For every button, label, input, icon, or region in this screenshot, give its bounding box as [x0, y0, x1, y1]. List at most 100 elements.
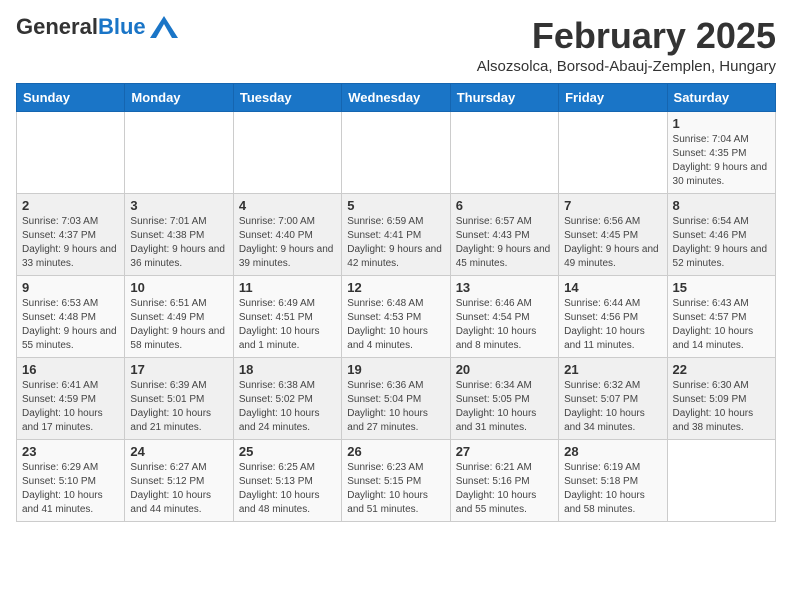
- calendar-week-3: 9 Sunrise: 6:53 AM Sunset: 4:48 PM Daylig…: [17, 275, 776, 357]
- day-number: 27: [456, 444, 553, 459]
- calendar-cell: 13 Sunrise: 6:46 AM Sunset: 4:54 PM Dayli…: [450, 275, 558, 357]
- calendar-cell: 1 Sunrise: 7:04 AM Sunset: 4:35 PM Daylig…: [667, 111, 775, 193]
- day-info: Sunrise: 6:21 AM Sunset: 5:16 PM Dayligh…: [456, 461, 553, 517]
- day-number: 12: [347, 280, 444, 295]
- calendar-cell: 5 Sunrise: 6:59 AM Sunset: 4:41 PM Daylig…: [342, 193, 450, 275]
- logo-text: GeneralBlue: [16, 16, 146, 38]
- calendar-cell: 16 Sunrise: 6:41 AM Sunset: 4:59 PM Dayli…: [17, 357, 125, 439]
- day-info: Sunrise: 6:29 AM Sunset: 5:10 PM Dayligh…: [22, 461, 119, 517]
- day-number: 14: [564, 280, 661, 295]
- day-number: 10: [130, 280, 227, 295]
- logo-general: General: [16, 14, 98, 39]
- day-number: 9: [22, 280, 119, 295]
- day-info: Sunrise: 6:43 AM Sunset: 4:57 PM Dayligh…: [673, 297, 770, 353]
- weekday-header-sunday: Sunday: [17, 83, 125, 111]
- day-number: 24: [130, 444, 227, 459]
- day-number: 8: [673, 198, 770, 213]
- day-number: 28: [564, 444, 661, 459]
- calendar-cell: 3 Sunrise: 7:01 AM Sunset: 4:38 PM Daylig…: [125, 193, 233, 275]
- day-info: Sunrise: 6:57 AM Sunset: 4:43 PM Dayligh…: [456, 215, 553, 271]
- month-year-title: February 2025: [477, 16, 776, 56]
- day-info: Sunrise: 6:32 AM Sunset: 5:07 PM Dayligh…: [564, 379, 661, 435]
- day-info: Sunrise: 6:39 AM Sunset: 5:01 PM Dayligh…: [130, 379, 227, 435]
- calendar-cell: 18 Sunrise: 6:38 AM Sunset: 5:02 PM Dayli…: [233, 357, 341, 439]
- day-info: Sunrise: 6:23 AM Sunset: 5:15 PM Dayligh…: [347, 461, 444, 517]
- calendar-week-1: 1 Sunrise: 7:04 AM Sunset: 4:35 PM Daylig…: [17, 111, 776, 193]
- calendar-cell: [125, 111, 233, 193]
- calendar-cell: 4 Sunrise: 7:00 AM Sunset: 4:40 PM Daylig…: [233, 193, 341, 275]
- calendar-cell: 9 Sunrise: 6:53 AM Sunset: 4:48 PM Daylig…: [17, 275, 125, 357]
- day-info: Sunrise: 6:54 AM Sunset: 4:46 PM Dayligh…: [673, 215, 770, 271]
- calendar-cell: 10 Sunrise: 6:51 AM Sunset: 4:49 PM Dayli…: [125, 275, 233, 357]
- day-number: 18: [239, 362, 336, 377]
- day-number: 20: [456, 362, 553, 377]
- day-info: Sunrise: 7:03 AM Sunset: 4:37 PM Dayligh…: [22, 215, 119, 271]
- day-number: 25: [239, 444, 336, 459]
- calendar-cell: [233, 111, 341, 193]
- day-info: Sunrise: 6:27 AM Sunset: 5:12 PM Dayligh…: [130, 461, 227, 517]
- day-number: 17: [130, 362, 227, 377]
- calendar-cell: 14Sunrise: 6:44 AM Sunset: 4:56 PM Dayli…: [559, 275, 667, 357]
- day-number: 6: [456, 198, 553, 213]
- calendar-cell: [342, 111, 450, 193]
- calendar-table: SundayMondayTuesdayWednesdayThursdayFrid…: [16, 83, 776, 522]
- weekday-header-friday: Friday: [559, 83, 667, 111]
- calendar-cell: 25 Sunrise: 6:25 AM Sunset: 5:13 PM Dayli…: [233, 439, 341, 521]
- day-number: 4: [239, 198, 336, 213]
- calendar-cell: [667, 439, 775, 521]
- day-number: 5: [347, 198, 444, 213]
- calendar-cell: [559, 111, 667, 193]
- day-info: Sunrise: 6:46 AM Sunset: 4:54 PM Dayligh…: [456, 297, 553, 353]
- calendar-cell: 2 Sunrise: 7:03 AM Sunset: 4:37 PM Daylig…: [17, 193, 125, 275]
- calendar-cell: 24 Sunrise: 6:27 AM Sunset: 5:12 PM Dayli…: [125, 439, 233, 521]
- weekday-header-saturday: Saturday: [667, 83, 775, 111]
- day-number: 19: [347, 362, 444, 377]
- page-header: GeneralBlue February 2025 Alsozsolca, Bo…: [16, 16, 776, 75]
- day-number: 11: [239, 280, 336, 295]
- day-number: 15: [673, 280, 770, 295]
- calendar-cell: [17, 111, 125, 193]
- day-number: 3: [130, 198, 227, 213]
- day-info: Sunrise: 6:36 AM Sunset: 5:04 PM Dayligh…: [347, 379, 444, 435]
- calendar-cell: 20 Sunrise: 6:34 AM Sunset: 5:05 PM Dayli…: [450, 357, 558, 439]
- calendar-cell: 8 Sunrise: 6:54 AM Sunset: 4:46 PM Daylig…: [667, 193, 775, 275]
- weekday-header-monday: Monday: [125, 83, 233, 111]
- day-number: 2: [22, 198, 119, 213]
- weekday-header-tuesday: Tuesday: [233, 83, 341, 111]
- calendar-cell: 11 Sunrise: 6:49 AM Sunset: 4:51 PM Dayli…: [233, 275, 341, 357]
- day-info: Sunrise: 7:00 AM Sunset: 4:40 PM Dayligh…: [239, 215, 336, 271]
- weekday-header-thursday: Thursday: [450, 83, 558, 111]
- calendar-cell: 28Sunrise: 6:19 AM Sunset: 5:18 PM Dayli…: [559, 439, 667, 521]
- calendar-cell: 15 Sunrise: 6:43 AM Sunset: 4:57 PM Dayli…: [667, 275, 775, 357]
- calendar-cell: [450, 111, 558, 193]
- calendar-cell: 19 Sunrise: 6:36 AM Sunset: 5:04 PM Dayli…: [342, 357, 450, 439]
- day-number: 13: [456, 280, 553, 295]
- day-info: Sunrise: 6:41 AM Sunset: 4:59 PM Dayligh…: [22, 379, 119, 435]
- day-info: Sunrise: 6:59 AM Sunset: 4:41 PM Dayligh…: [347, 215, 444, 271]
- day-info: Sunrise: 6:38 AM Sunset: 5:02 PM Dayligh…: [239, 379, 336, 435]
- calendar-cell: 27 Sunrise: 6:21 AM Sunset: 5:16 PM Dayli…: [450, 439, 558, 521]
- day-number: 1: [673, 116, 770, 131]
- day-number: 22: [673, 362, 770, 377]
- day-info: Sunrise: 6:51 AM Sunset: 4:49 PM Dayligh…: [130, 297, 227, 353]
- day-info: Sunrise: 6:34 AM Sunset: 5:05 PM Dayligh…: [456, 379, 553, 435]
- day-info: Sunrise: 6:49 AM Sunset: 4:51 PM Dayligh…: [239, 297, 336, 353]
- day-number: 16: [22, 362, 119, 377]
- day-info: Sunrise: 6:48 AM Sunset: 4:53 PM Dayligh…: [347, 297, 444, 353]
- logo-icon: [150, 16, 178, 38]
- day-number: 21: [564, 362, 661, 377]
- day-info: Sunrise: 7:01 AM Sunset: 4:38 PM Dayligh…: [130, 215, 227, 271]
- day-info: Sunrise: 6:30 AM Sunset: 5:09 PM Dayligh…: [673, 379, 770, 435]
- title-block: February 2025 Alsozsolca, Borsod-Abauj-Z…: [477, 16, 776, 75]
- calendar-week-5: 23Sunrise: 6:29 AM Sunset: 5:10 PM Dayli…: [17, 439, 776, 521]
- logo: GeneralBlue: [16, 16, 178, 38]
- calendar-cell: 7Sunrise: 6:56 AM Sunset: 4:45 PM Daylig…: [559, 193, 667, 275]
- calendar-cell: 26Sunrise: 6:23 AM Sunset: 5:15 PM Dayli…: [342, 439, 450, 521]
- calendar-week-2: 2 Sunrise: 7:03 AM Sunset: 4:37 PM Daylig…: [17, 193, 776, 275]
- day-info: Sunrise: 6:25 AM Sunset: 5:13 PM Dayligh…: [239, 461, 336, 517]
- day-info: Sunrise: 6:53 AM Sunset: 4:48 PM Dayligh…: [22, 297, 119, 353]
- calendar-cell: 22 Sunrise: 6:30 AM Sunset: 5:09 PM Dayli…: [667, 357, 775, 439]
- calendar-week-4: 16 Sunrise: 6:41 AM Sunset: 4:59 PM Dayli…: [17, 357, 776, 439]
- day-info: Sunrise: 7:04 AM Sunset: 4:35 PM Dayligh…: [673, 133, 770, 189]
- calendar-cell: 12 Sunrise: 6:48 AM Sunset: 4:53 PM Dayli…: [342, 275, 450, 357]
